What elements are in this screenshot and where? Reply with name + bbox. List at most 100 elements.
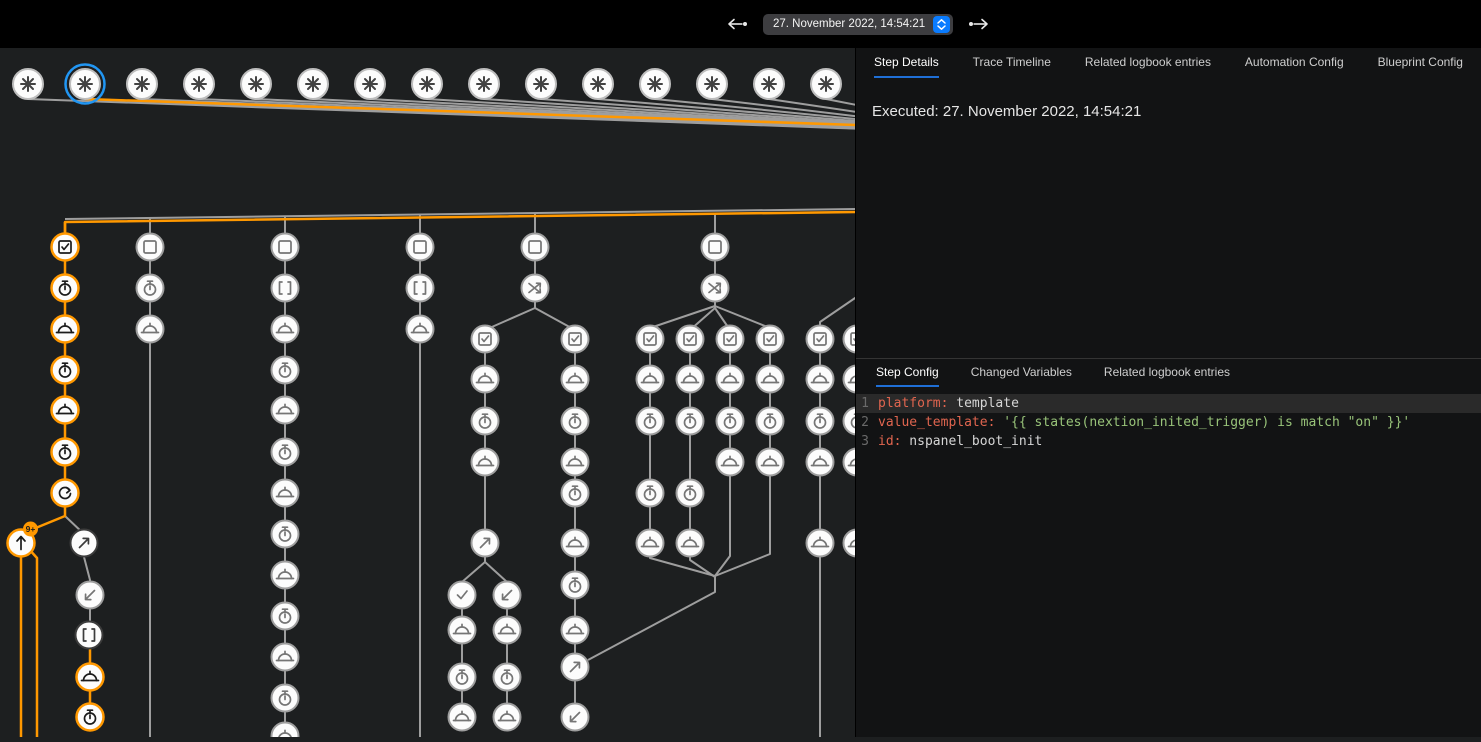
trace-node-cb[interactable] [677,326,704,353]
trace-node-sq[interactable] [407,234,434,261]
trace-node-dome[interactable] [272,480,299,507]
trace-node-dome[interactable] [449,704,476,731]
trace-node-timer[interactable] [272,603,299,630]
trace-node-timer[interactable] [272,521,299,548]
trace-node-sq[interactable] [702,234,729,261]
trace-node-timer[interactable] [562,572,589,599]
trace-node-timer[interactable] [677,408,704,435]
trace-node-asterisk[interactable] [697,69,727,99]
trace-node-sq[interactable] [272,234,299,261]
trace-node-dome[interactable] [717,366,744,393]
trace-node-par[interactable] [522,275,549,302]
trace-node-dome[interactable] [77,664,104,691]
trace-node-ne[interactable] [562,654,589,681]
previous-run-button[interactable] [724,15,750,33]
trace-node-dome[interactable] [52,397,79,424]
trace-node-cb[interactable] [717,326,744,353]
trace-node-timer[interactable] [272,685,299,712]
trace-node-dome[interactable] [807,449,834,476]
trace-node-br[interactable] [272,275,299,302]
trace-node-dome[interactable] [677,366,704,393]
trace-node-sw[interactable] [77,582,104,609]
tab-trace-timeline[interactable]: Trace Timeline [973,48,1051,78]
tab-step-details[interactable]: Step Details [874,48,939,78]
trace-node-dome[interactable] [494,704,521,731]
trace-node-dome[interactable] [562,449,589,476]
trace-node-timer[interactable] [637,480,664,507]
trace-node-timer[interactable] [272,357,299,384]
trace-node-timer[interactable] [52,439,79,466]
trace-node-cb[interactable] [807,326,834,353]
trace-node-timer[interactable] [52,275,79,302]
trace-node-sw[interactable] [494,582,521,609]
trace-node-timer[interactable] [494,664,521,691]
trace-node-cb[interactable] [637,326,664,353]
trace-node-br[interactable] [407,275,434,302]
trace-node-timer[interactable] [272,439,299,466]
trace-node-dome[interactable] [272,723,299,738]
trace-node-asterisk[interactable] [355,69,385,99]
trace-node-br[interactable] [76,622,103,649]
trace-node-dome[interactable] [407,316,434,343]
trace-node-asterisk[interactable] [66,65,105,104]
trace-node-dome[interactable] [449,617,476,644]
trace-node-dome[interactable] [272,397,299,424]
trace-node-dome[interactable] [137,316,164,343]
trace-node-timer[interactable] [807,408,834,435]
trace-node-asterisk[interactable] [184,69,214,99]
trace-node-timer[interactable] [449,664,476,691]
trace-node-cb[interactable] [472,326,499,353]
trace-node-dome[interactable] [272,562,299,589]
trace-node-dome[interactable] [272,316,299,343]
trace-node-sw[interactable] [562,704,589,731]
trace-node-timer[interactable] [52,357,79,384]
trace-node-asterisk[interactable] [754,69,784,99]
trace-node-timer[interactable] [562,480,589,507]
trace-node-dome[interactable] [807,530,834,557]
trace-node-ne[interactable] [71,530,98,557]
tab-blueprint-config[interactable]: Blueprint Config [1378,48,1463,78]
trace-node-asterisk[interactable] [13,69,43,99]
trace-node-dome[interactable] [717,449,744,476]
trace-node-asterisk[interactable] [811,69,841,99]
trace-node-dome[interactable] [807,366,834,393]
trace-node-dome[interactable] [562,366,589,393]
trace-node-timer[interactable] [137,275,164,302]
trace-node-dome[interactable] [562,530,589,557]
trace-node-dome[interactable] [472,449,499,476]
trace-node-timer[interactable] [637,408,664,435]
trace-node-timer[interactable] [757,408,784,435]
run-picker-select[interactable]: 27. November 2022, 14:54:21 [763,14,953,35]
trace-node-up[interactable]: 9+ [8,522,39,557]
trace-node-sq[interactable] [137,234,164,261]
trace-node-rep[interactable] [52,480,79,507]
trace-node-sq[interactable] [522,234,549,261]
trace-node-dome[interactable] [757,366,784,393]
trace-node-asterisk[interactable] [127,69,157,99]
tab-step-config[interactable]: Step Config [876,359,939,387]
trace-node-cb[interactable] [562,326,589,353]
trace-node-asterisk[interactable] [241,69,271,99]
trace-node-cb[interactable] [757,326,784,353]
trace-node-dome[interactable] [272,644,299,671]
trace-node-dome[interactable] [494,617,521,644]
tab-changed-variables[interactable]: Changed Variables [971,359,1072,387]
trace-node-par[interactable] [702,275,729,302]
trace-node-timer[interactable] [77,704,104,731]
trace-node-asterisk[interactable] [469,69,499,99]
trace-node-cb[interactable] [52,234,79,261]
tab-step-related-logbook-entries[interactable]: Related logbook entries [1104,359,1230,387]
trace-node-timer[interactable] [562,408,589,435]
step-config-code[interactable]: 1platform: template2value_template: '{{ … [856,394,1481,451]
trace-node-dome[interactable] [562,617,589,644]
trace-node-timer[interactable] [677,480,704,507]
trace-node-dome[interactable] [52,316,79,343]
trace-node-asterisk[interactable] [640,69,670,99]
trace-node-timer[interactable] [717,408,744,435]
trace-node-timer[interactable] [472,408,499,435]
next-run-button[interactable] [966,15,992,33]
trace-node-asterisk[interactable] [526,69,556,99]
trace-node-asterisk[interactable] [583,69,613,99]
tab-related-logbook-entries[interactable]: Related logbook entries [1085,48,1211,78]
trace-node-asterisk[interactable] [298,69,328,99]
